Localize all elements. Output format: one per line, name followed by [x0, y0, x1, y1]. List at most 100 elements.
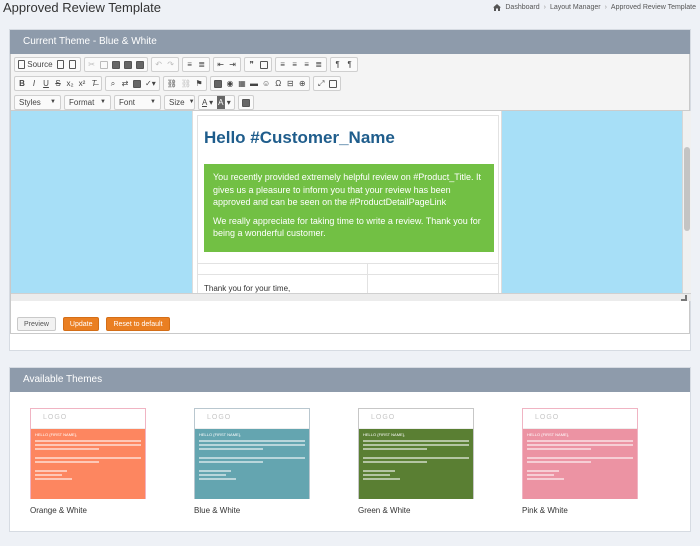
save-icon [241, 98, 250, 107]
breadcrumb-layout-manager[interactable]: Layout Manager [550, 4, 601, 11]
scrollbar-thumb[interactable] [684, 147, 690, 231]
bg-color-icon: A [217, 96, 225, 109]
available-themes-panel: Available Themes LOGO HELLO {FIRST NAME},… [9, 367, 691, 532]
bold-button[interactable]: B [16, 77, 28, 90]
paste-button[interactable] [110, 58, 122, 71]
reset-default-button[interactable]: Reset to default [106, 317, 170, 331]
unlink-button[interactable]: ⛓ [179, 77, 193, 90]
templates-button[interactable] [67, 58, 79, 71]
underline-button[interactable]: U [40, 77, 52, 90]
current-theme-title: Current Theme - Blue & White [10, 30, 690, 54]
styles-dropdown[interactable]: Styles ▼ [14, 95, 61, 110]
smiley-button[interactable]: ☺ [260, 77, 272, 90]
strike-button[interactable]: S [52, 77, 64, 90]
remove-format-button[interactable]: T̶ [88, 77, 100, 90]
flash-button[interactable]: ◉ [224, 77, 236, 90]
format-dropdown[interactable]: Format ▼ [64, 95, 111, 110]
email-thanks-text: Thank you for your time, [204, 284, 291, 293]
save-button[interactable] [240, 96, 252, 109]
theme-thumbnail[interactable]: LOGO HELLO {FIRST NAME}, [30, 408, 146, 499]
ltr-button[interactable]: ¶ [332, 58, 344, 71]
resize-grip-icon[interactable] [681, 295, 687, 301]
link-button[interactable]: ⛓ [165, 77, 179, 90]
bold-icon: B [19, 79, 25, 88]
undo-button[interactable]: ↶ [153, 58, 165, 71]
italic-button[interactable]: I [28, 77, 40, 90]
page-break-button[interactable]: ⊟ [284, 77, 296, 90]
bulleted-list-button[interactable]: ≣ [196, 58, 208, 71]
find-button[interactable]: ⌕ [107, 77, 119, 90]
anchor-button[interactable]: ⚑ [193, 77, 205, 90]
indent-button[interactable]: ⇥ [227, 58, 239, 71]
theme-thumbnail[interactable]: LOGO HELLO {FIRST NAME}, [194, 408, 310, 499]
new-page-button[interactable] [55, 58, 67, 71]
numbered-list-button[interactable]: ≡ [184, 58, 196, 71]
bulleted-list-icon: ≣ [198, 60, 205, 69]
preview-button[interactable]: Preview [17, 317, 56, 331]
paste-text-button[interactable] [122, 58, 134, 71]
spellcheck-button[interactable]: ✓▾ [143, 77, 158, 90]
page-title: Approved Review Template [3, 0, 162, 15]
theme-option[interactable]: LOGO HELLO {FIRST NAME}, Pink & White [522, 408, 638, 515]
theme-thumbnail[interactable]: LOGO HELLO {FIRST NAME}, [358, 408, 474, 499]
thumbnail-line [35, 478, 73, 480]
strike-icon: S [55, 79, 61, 88]
editor-vertical-scrollbar[interactable] [682, 111, 691, 293]
align-left-button[interactable]: ≡ [277, 58, 289, 71]
special-char-button[interactable]: Ω [272, 77, 284, 90]
copy-button[interactable] [98, 58, 110, 71]
blockquote-button[interactable]: ❞ [246, 58, 258, 71]
theme-name[interactable]: Pink & White [522, 506, 638, 515]
table-button[interactable]: ▦ [236, 77, 248, 90]
font-dropdown[interactable]: Font ▼ [114, 95, 161, 110]
show-blocks-button[interactable] [327, 77, 339, 90]
thumbnail-line [363, 444, 469, 446]
breadcrumb-dashboard[interactable]: Dashboard [505, 4, 539, 11]
action-buttons: Preview Update Reset to default [17, 317, 170, 331]
editor-content-area[interactable]: Hello #Customer_Name You recently provid… [11, 111, 691, 293]
div-container-button[interactable] [258, 58, 270, 71]
subscript-button[interactable]: x₂ [64, 77, 76, 90]
align-center-button[interactable]: ≡ [289, 58, 301, 71]
flash-icon: ◉ [226, 79, 234, 88]
image-button[interactable] [212, 77, 224, 90]
maximize-button[interactable]: ⤢ [315, 77, 327, 90]
redo-button[interactable]: ↷ [165, 58, 177, 71]
replace-button[interactable]: ⇄ [119, 77, 131, 90]
thumbnail-line [363, 440, 469, 442]
justify-button[interactable]: ≣ [313, 58, 325, 71]
thumbnail-line [363, 478, 401, 480]
iframe-button[interactable]: ⊕ [296, 77, 308, 90]
select-all-button[interactable] [131, 77, 143, 90]
cut-button[interactable]: ✂ [86, 58, 98, 71]
numbered-list-icon: ≡ [187, 60, 192, 69]
theme-name[interactable]: Blue & White [194, 506, 310, 515]
align-right-button[interactable]: ≡ [301, 58, 313, 71]
theme-option[interactable]: LOGO HELLO {FIRST NAME}, Orange & White [30, 408, 146, 515]
table-icon: ▦ [238, 79, 246, 88]
superscript-button[interactable]: x² [76, 77, 88, 90]
font-label: Font [119, 98, 136, 107]
rtl-button[interactable]: ¶ [344, 58, 356, 71]
theme-name[interactable]: Orange & White [30, 506, 146, 515]
size-dropdown[interactable]: Size ▼ [164, 95, 195, 110]
outdent-button[interactable]: ⇤ [215, 58, 227, 71]
theme-option[interactable]: LOGO HELLO {FIRST NAME}, Blue & White [194, 408, 310, 515]
theme-thumbnail[interactable]: LOGO HELLO {FIRST NAME}, [522, 408, 638, 499]
thumbnail-line [35, 448, 99, 450]
horizontal-rule-button[interactable]: ▬ [248, 77, 260, 90]
align-right-icon: ≡ [304, 60, 309, 69]
bg-color-button[interactable]: A ▾ [215, 96, 233, 109]
theme-name[interactable]: Green & White [358, 506, 474, 515]
find-icon: ⌕ [110, 79, 116, 88]
show-blocks-icon [329, 79, 338, 88]
thumbnail-line [199, 470, 231, 472]
thumbnail-line [35, 444, 141, 446]
theme-option[interactable]: LOGO HELLO {FIRST NAME}, Green & White [358, 408, 474, 515]
update-button[interactable]: Update [62, 317, 100, 331]
breadcrumb: Dashboard › Layout Manager › Approved Re… [493, 4, 696, 11]
paste-word-button[interactable] [134, 58, 146, 71]
styles-label: Styles [19, 98, 41, 107]
text-color-button[interactable]: A ▾ [200, 96, 215, 109]
source-button[interactable]: Source [16, 58, 55, 71]
